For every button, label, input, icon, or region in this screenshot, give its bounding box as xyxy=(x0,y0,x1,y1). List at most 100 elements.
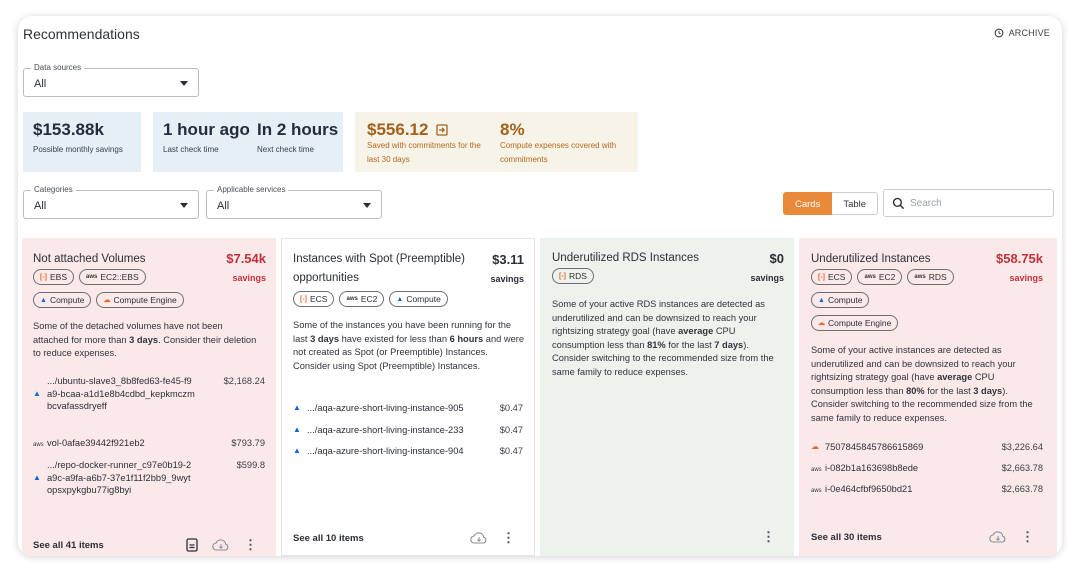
list-item[interactable]: aws vol-0afae39442f921eb2 $793.79 xyxy=(33,437,265,452)
applicable-services-value: All xyxy=(217,200,230,212)
desc-text: have existed for less than xyxy=(339,333,450,344)
aws-icon: aws xyxy=(811,488,822,494)
chip-label: Compute Engine xyxy=(828,318,892,328)
applicable-services-label: Applicable services xyxy=(214,185,289,194)
gcp-icon: ☁ xyxy=(818,320,825,327)
chip-row: [-] RDS xyxy=(552,268,594,284)
desc-emphasis: 3 days xyxy=(310,333,340,344)
chip-row: [-] EBS aws EC2::EBS xyxy=(33,269,146,285)
chip-row: ☁ Compute Engine xyxy=(811,315,899,331)
list-item[interactable]: ▲ .../aqa-azure-short-living-instance-23… xyxy=(293,424,523,437)
see-all-link[interactable]: See all 10 items xyxy=(293,533,364,544)
chip-compute-engine: ☁ Compute Engine xyxy=(811,315,899,331)
see-all-link[interactable]: See all 30 items xyxy=(811,532,882,543)
card-title: Not attached Volumes xyxy=(33,253,146,265)
chip-compute-engine: ☁ Compute Engine xyxy=(96,292,184,308)
search-box xyxy=(883,189,1054,217)
table-view-button[interactable]: Table xyxy=(832,192,879,215)
categories-select[interactable]: Categories All xyxy=(23,185,199,219)
document-icon[interactable] xyxy=(186,538,198,552)
aws-icon: aws xyxy=(864,274,876,280)
commitments-saved-label: Saved with commitments for the last 30 d… xyxy=(367,141,481,164)
data-sources-select[interactable]: Data sources All xyxy=(23,63,199,97)
item-name: .../aqa-azure-short-living-instance-233 xyxy=(307,425,464,435)
desc-emphasis: 7 days xyxy=(714,339,744,350)
amazon-service-icon: [-] xyxy=(559,272,566,280)
chip-row: [-] ECS aws EC2 aws RDS xyxy=(811,269,954,285)
more-options-icon[interactable]: ⋮ xyxy=(762,529,775,545)
archive-button[interactable]: ARCHIVE xyxy=(994,28,1050,38)
more-options-icon[interactable]: ⋮ xyxy=(502,530,515,546)
card-underutilized-rds[interactable]: Underutilized RDS Instances $0 savings [… xyxy=(540,238,794,556)
cloud-download-icon[interactable] xyxy=(212,539,230,551)
next-check-value: In 2 hours xyxy=(257,120,339,139)
card-savings-label: savings xyxy=(232,273,266,283)
card-amount: $3.11 xyxy=(492,252,524,267)
item-cost: $0.47 xyxy=(499,425,523,435)
chip-ec2-ebs: aws EC2::EBS xyxy=(79,269,146,285)
more-options-icon[interactable]: ⋮ xyxy=(1021,529,1034,545)
amazon-service-icon: [-] xyxy=(40,273,47,281)
chip-label: EC2::EBS xyxy=(100,272,139,282)
data-sources-value: All xyxy=(34,78,47,90)
view-toggle: Cards Table xyxy=(783,192,879,215)
cloud-download-icon[interactable] xyxy=(470,532,488,544)
card-amount: $0 xyxy=(769,251,784,266)
applicable-services-select[interactable]: Applicable services All xyxy=(206,185,382,219)
chip-label: Compute xyxy=(49,295,85,305)
list-item[interactable]: ☁ 7507845845786615869 $3,226.64 xyxy=(811,441,1043,454)
card-actions: ⋮ xyxy=(186,537,257,553)
chip-label: EC2 xyxy=(878,272,896,282)
chip-ec2: aws EC2 xyxy=(857,269,903,285)
list-item[interactable]: ▲ .../aqa-azure-short-living-instance-90… xyxy=(293,402,523,415)
card-title: Underutilized RDS Instances xyxy=(552,252,700,264)
check-time-stat: 1 hour ago Last check time In 2 hours Ne… xyxy=(153,112,343,172)
card-actions: ⋮ xyxy=(989,529,1034,545)
chip-label: ECS xyxy=(828,272,846,282)
see-all-link[interactable]: See all 41 items xyxy=(33,540,104,551)
azure-icon: ▲ xyxy=(33,473,41,482)
gcp-icon: ☁ xyxy=(103,297,111,304)
list-item[interactable]: aws i-0e464cfbf9650bd21 $2,663.78 xyxy=(811,483,1043,498)
search-input[interactable] xyxy=(910,195,1045,212)
chip-label: RDS xyxy=(928,272,947,282)
card-savings-label: savings xyxy=(750,273,784,283)
item-cost: $2,663.78 xyxy=(1001,463,1043,473)
card-description: Some of the instances you have been runn… xyxy=(293,319,525,373)
item-cost: $2,663.78 xyxy=(1001,484,1043,494)
possible-savings-value: $153.88k xyxy=(33,120,104,139)
list-item[interactable]: ▲ .../repo-docker-runner_c97e0b19-2a9c-a… xyxy=(33,459,265,497)
card-spot-opportunities[interactable]: Instances with Spot (Preemptible) opport… xyxy=(281,238,535,556)
azure-icon: ▲ xyxy=(40,296,47,304)
desc-emphasis: 80% xyxy=(906,385,925,396)
more-options-icon[interactable]: ⋮ xyxy=(244,537,257,553)
compute-covered-value: 8% xyxy=(500,120,525,139)
card-not-attached-volumes[interactable]: Not attached Volumes $7.54k savings [-] E… xyxy=(22,238,276,556)
chip-label: Compute xyxy=(827,295,863,305)
list-item[interactable]: ▲ .../ubuntu-slave3_8b8fed63-fe45-f9a9-b… xyxy=(33,375,265,413)
card-underutilized-instances[interactable]: Underutilized Instances $58.75k savings … xyxy=(799,238,1057,556)
azure-icon: ▲ xyxy=(396,295,404,303)
desc-emphasis: 3 days xyxy=(129,334,159,345)
chevron-down-icon xyxy=(180,203,188,208)
chip-label: Compute xyxy=(406,294,441,304)
item-name: .../aqa-azure-short-living-instance-904 xyxy=(307,446,464,456)
cloud-download-icon[interactable] xyxy=(989,531,1007,543)
search-icon xyxy=(892,197,905,210)
item-cost: $793.79 xyxy=(231,438,265,448)
list-item[interactable]: ▲ .../aqa-azure-short-living-instance-90… xyxy=(293,445,523,458)
aws-icon: aws xyxy=(811,467,822,473)
archive-history-icon xyxy=(994,28,1003,38)
compute-covered-label: Compute expenses covered with commitment… xyxy=(500,141,617,164)
open-link-icon[interactable] xyxy=(436,124,448,136)
azure-icon: ▲ xyxy=(818,296,825,304)
next-check-label: Next check time xyxy=(257,145,314,154)
categories-label: Categories xyxy=(31,185,76,194)
gcp-icon: ☁ xyxy=(811,442,819,451)
chip-rds: aws RDS xyxy=(907,269,954,285)
card-actions: ⋮ xyxy=(762,529,775,545)
item-name: .../aqa-azure-short-living-instance-905 xyxy=(307,403,464,413)
cards-view-button[interactable]: Cards xyxy=(783,192,833,215)
chip-ecs: [-] ECS xyxy=(293,291,335,307)
list-item[interactable]: aws i-082b1a163698b8ede $2,663.78 xyxy=(811,462,1043,477)
